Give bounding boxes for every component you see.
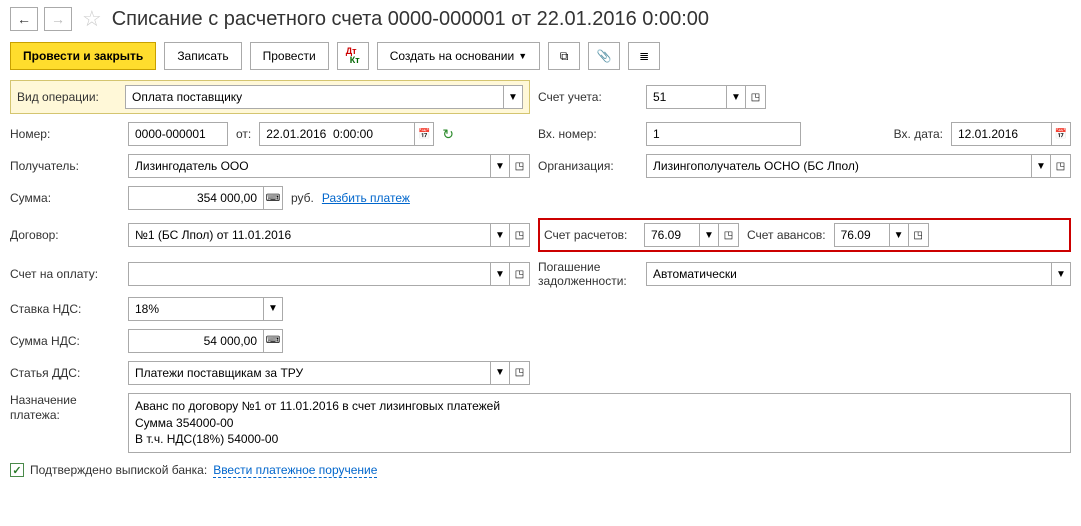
date-input[interactable] (259, 122, 414, 146)
invoice-open[interactable]: ◳ (510, 262, 530, 286)
op-type-dropdown[interactable]: ▼ (503, 85, 523, 109)
op-type-input[interactable] (125, 85, 503, 109)
calc-account-open[interactable]: ◳ (719, 223, 739, 247)
amount-calc[interactable]: ⌨ (263, 186, 283, 210)
create-based-label: Создать на основании (390, 49, 515, 63)
account-dropdown[interactable]: ▼ (726, 85, 746, 109)
refresh-icon[interactable]: ↻ (442, 126, 454, 143)
in-number-label: Вх. номер: (538, 127, 638, 141)
contract-open[interactable]: ◳ (510, 223, 530, 247)
contract-input[interactable] (128, 223, 490, 247)
enter-order-link[interactable]: Ввести платежное поручение (213, 463, 377, 478)
calc-account-input[interactable] (644, 223, 699, 247)
adv-account-dropdown[interactable]: ▼ (889, 223, 909, 247)
contract-label: Договор: (10, 228, 120, 242)
number-label: Номер: (10, 127, 120, 141)
date-from-label: от: (236, 127, 251, 141)
forward-button[interactable]: → (44, 7, 72, 31)
amount-label: Сумма: (10, 191, 120, 205)
create-based-button[interactable]: Создать на основании ▼ (377, 42, 540, 70)
attach-button[interactable]: 📎 (588, 42, 620, 70)
amount-input[interactable] (128, 186, 263, 210)
vat-rate-label: Ставка НДС: (10, 302, 120, 316)
adv-account-label: Счет авансов: (747, 228, 826, 242)
vat-amount-calc[interactable]: ⌨ (263, 329, 283, 353)
vat-rate-dropdown[interactable]: ▼ (263, 297, 283, 321)
account-open[interactable]: ◳ (746, 85, 766, 109)
in-date-input[interactable] (951, 122, 1051, 146)
post-and-close-button[interactable]: Провести и закрыть (10, 42, 156, 70)
dds-label: Статья ДДС: (10, 366, 120, 380)
organization-input[interactable] (646, 154, 1031, 178)
recipient-dropdown[interactable]: ▼ (490, 154, 510, 178)
paperclip-icon: 📎 (597, 49, 612, 63)
vat-amount-label: Сумма НДС: (10, 334, 120, 348)
confirmed-checkbox[interactable]: ✓ (10, 463, 24, 477)
debt-repay-input[interactable] (646, 262, 1051, 286)
organization-dropdown[interactable]: ▼ (1031, 154, 1051, 178)
account-input[interactable] (646, 85, 726, 109)
number-input[interactable] (128, 122, 228, 146)
dds-open[interactable]: ◳ (510, 361, 530, 385)
dtkt-icon: ДтКт (346, 47, 360, 65)
invoice-dropdown[interactable]: ▼ (490, 262, 510, 286)
account-label: Счет учета: (538, 90, 638, 104)
confirmed-label: Подтверждено выпиской банка: (30, 463, 207, 477)
purpose-textarea[interactable] (128, 393, 1071, 453)
favorite-star-icon[interactable]: ☆ (82, 6, 102, 32)
in-date-calendar[interactable]: 📅 (1051, 122, 1071, 146)
structure-button[interactable]: ⧉ (548, 42, 580, 70)
calc-account-label: Счет расчетов: (544, 228, 636, 242)
chevron-down-icon: ▼ (518, 51, 527, 61)
save-button[interactable]: Записать (164, 42, 241, 70)
invoice-input[interactable] (128, 262, 490, 286)
invoice-label: Счет на оплату: (10, 267, 120, 281)
list-icon: ≣ (639, 49, 649, 63)
date-calendar[interactable]: 📅 (414, 122, 434, 146)
adv-account-open[interactable]: ◳ (909, 223, 929, 247)
dds-dropdown[interactable]: ▼ (490, 361, 510, 385)
split-payment-link[interactable]: Разбить платеж (322, 191, 410, 205)
calc-account-dropdown[interactable]: ▼ (699, 223, 719, 247)
page-title: Списание с расчетного счета 0000-000001 … (112, 8, 709, 31)
recipient-input[interactable] (128, 154, 490, 178)
organization-label: Организация: (538, 159, 638, 173)
contract-dropdown[interactable]: ▼ (490, 223, 510, 247)
vat-amount-input[interactable] (128, 329, 263, 353)
debt-repay-dropdown[interactable]: ▼ (1051, 262, 1071, 286)
in-number-input[interactable] (646, 122, 801, 146)
recipient-label: Получатель: (10, 159, 120, 173)
purpose-label: Назначение платежа: (10, 393, 120, 424)
recipient-open[interactable]: ◳ (510, 154, 530, 178)
op-type-label: Вид операции: (17, 90, 117, 104)
debt-repay-label: Погашение задолженности: (538, 260, 638, 289)
post-button[interactable]: Провести (250, 42, 329, 70)
organization-open[interactable]: ◳ (1051, 154, 1071, 178)
in-date-label: Вх. дата: (894, 127, 943, 141)
currency-label: руб. (291, 191, 314, 205)
dtkt-button[interactable]: ДтКт (337, 42, 369, 70)
structure-icon: ⧉ (560, 49, 569, 64)
list-button[interactable]: ≣ (628, 42, 660, 70)
vat-rate-input[interactable] (128, 297, 263, 321)
dds-input[interactable] (128, 361, 490, 385)
back-button[interactable]: ← (10, 7, 38, 31)
adv-account-input[interactable] (834, 223, 889, 247)
